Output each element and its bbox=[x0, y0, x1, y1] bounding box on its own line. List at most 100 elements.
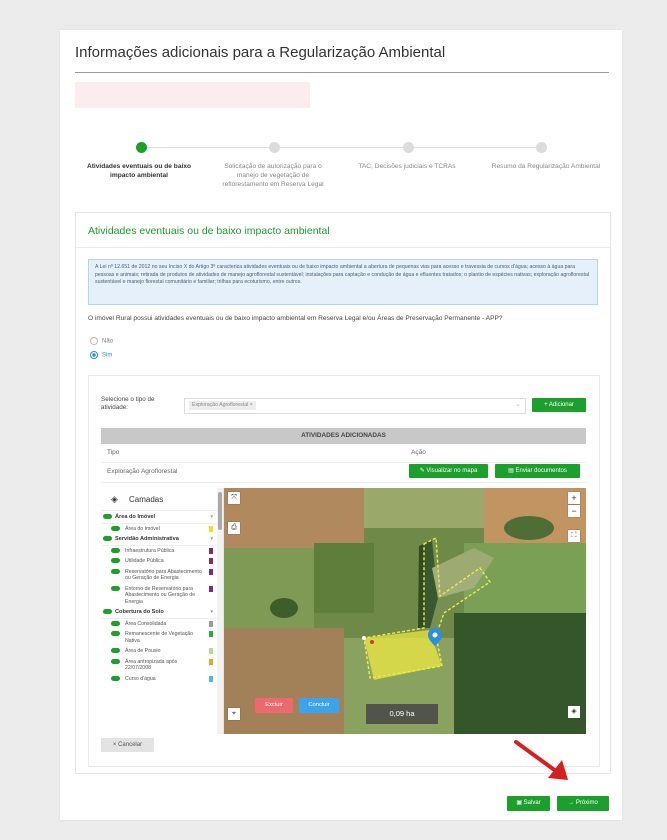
save-icon: ▣ bbox=[516, 800, 522, 806]
layer-item[interactable]: Curso d'água bbox=[101, 674, 217, 685]
save-button[interactable]: ▣ Salvar bbox=[507, 796, 550, 811]
layer-toggle[interactable] bbox=[111, 558, 120, 563]
layer-color-swatch bbox=[209, 675, 213, 682]
layer-label: Utilidade Pública bbox=[125, 558, 164, 564]
layer-color-swatch bbox=[209, 585, 213, 592]
layers-panel: ◈ Camadas Área do Imóvel ▾ Área do Imóve… bbox=[101, 488, 224, 734]
layer-item[interactable]: Entorno de Reservatório para Abastecimen… bbox=[101, 584, 217, 608]
collapse-icon[interactable]: ▾ bbox=[210, 609, 213, 616]
layer-toggle[interactable] bbox=[103, 609, 112, 614]
chevron-down-icon[interactable]: ⌄ bbox=[515, 400, 521, 408]
layer-list: Área do Imóvel ▾ Área do Imóvel Servidão… bbox=[101, 512, 217, 684]
add-activity-button[interactable]: + Adicionar bbox=[532, 398, 586, 412]
print-icon[interactable]: ⎙ bbox=[228, 522, 240, 534]
section-title: Atividades eventuais ou de baixo impacto… bbox=[88, 225, 330, 237]
layer-label: Infraestrutura Pública bbox=[125, 547, 175, 554]
scrollbar-thumb[interactable] bbox=[218, 492, 222, 530]
title-divider bbox=[75, 72, 609, 73]
layer-toggle[interactable] bbox=[111, 525, 120, 531]
layer-item[interactable]: Área do Imóvel bbox=[101, 524, 217, 535]
radio-option-yes[interactable]: Sim bbox=[90, 351, 112, 359]
layer-label: Área antropizada após 22/07/2008 bbox=[125, 658, 178, 672]
radio-yes-label: Sim bbox=[102, 352, 113, 359]
layer-item[interactable]: Área Consolidada bbox=[101, 619, 217, 630]
layer-item[interactable]: Reservatório para Abastecimento ou Geraç… bbox=[101, 567, 217, 584]
radio-no-label: Não bbox=[102, 338, 114, 345]
layer-item[interactable]: Área de Pousio bbox=[101, 646, 217, 657]
activity-panel: Selecione o tipo de atividade: Exploraçã… bbox=[88, 375, 600, 767]
layer-label: Remanescente de Vegetação Nativa bbox=[125, 631, 194, 644]
collapse-icon[interactable]: ▾ bbox=[210, 536, 213, 543]
layer-toggle[interactable] bbox=[111, 648, 120, 653]
next-button[interactable]: → Próximo bbox=[557, 796, 609, 811]
layer-color-swatch bbox=[209, 620, 213, 627]
zoom-in-button[interactable]: + bbox=[568, 492, 580, 504]
step-2-indicator[interactable] bbox=[269, 142, 280, 153]
stepper-connector bbox=[282, 147, 407, 148]
layer-toggle[interactable] bbox=[111, 658, 120, 664]
layer-toggle[interactable] bbox=[111, 568, 120, 574]
layer-toggle[interactable] bbox=[111, 547, 120, 553]
activities-table-columns: Tipo Ação bbox=[101, 444, 586, 463]
layer-toggle[interactable] bbox=[111, 585, 120, 591]
map-view[interactable]: ⤧ ⎙ + − ⛶ ◈ ⌖ Excluir Concluir 0,09 ha bbox=[224, 488, 586, 734]
step-1-indicator[interactable] bbox=[136, 142, 147, 153]
fullscreen-toggle-icon[interactable]: ⤧ bbox=[228, 492, 240, 504]
layer-toggle[interactable] bbox=[103, 514, 112, 519]
layer-group-label: Área do Imóvel bbox=[115, 514, 156, 520]
layer-color-swatch bbox=[209, 558, 213, 564]
view-on-map-button[interactable]: ✎ Visualizar no mapa bbox=[409, 464, 488, 478]
step-1-label[interactable]: Atividades eventuais ou de baixo impacto… bbox=[84, 162, 194, 180]
table-row: Exploração Agroflorestal ✎ Visualizar no… bbox=[101, 462, 586, 483]
activity-select-label: Selecione o tipo de atividade: bbox=[101, 396, 155, 411]
finish-button[interactable]: Concluir bbox=[299, 698, 339, 713]
stepper: Atividades eventuais ou de baixo impacto… bbox=[80, 140, 610, 220]
layer-toggle[interactable] bbox=[103, 536, 112, 541]
step-3-label[interactable]: TAC, Decisões judiciais e TCRAs bbox=[352, 162, 462, 171]
info-alert: A Lei nº 12.651 de 2012 no seu Inciso X … bbox=[88, 259, 598, 305]
layers-scrollbar[interactable] bbox=[217, 488, 223, 734]
layers-stack-icon: ◈ bbox=[111, 494, 118, 504]
layer-group-land-cover[interactable]: Cobertura do Solo ▾ bbox=[101, 607, 217, 619]
activity-type-select[interactable]: Exploração Agroflorestal × ⌄ bbox=[184, 398, 526, 414]
layer-group-area[interactable]: Área do Imóvel ▾ bbox=[101, 512, 217, 524]
layer-color-swatch bbox=[209, 631, 213, 637]
step-4-label[interactable]: Resumo da Regularização Ambiental bbox=[486, 162, 606, 171]
cancel-button[interactable]: × Cancelar bbox=[101, 738, 154, 752]
radio-option-no[interactable]: Não bbox=[90, 337, 113, 345]
section-card: Atividades eventuais ou de baixo impacto… bbox=[75, 212, 611, 774]
area-measurement: 0,09 ha bbox=[366, 704, 438, 724]
view-on-map-label: Visualizar no mapa bbox=[426, 468, 478, 474]
layer-group-easement[interactable]: Servidão Administrativa ▾ bbox=[101, 534, 217, 546]
locate-icon[interactable]: ⌖ bbox=[228, 708, 240, 720]
layer-item[interactable]: Utilidade Pública bbox=[101, 556, 217, 567]
chip-remove-icon[interactable]: × bbox=[250, 402, 253, 408]
layer-color-swatch bbox=[209, 648, 213, 654]
send-documents-button[interactable]: ▤ Enviar documentos bbox=[495, 464, 580, 478]
layer-label: Entorno de Reservatório para Abastecimen… bbox=[125, 585, 196, 605]
question-text: O imóvel Rural possui atividades eventua… bbox=[88, 315, 503, 322]
layer-toggle[interactable] bbox=[111, 631, 120, 636]
selected-activity-chip[interactable]: Exploração Agroflorestal × bbox=[189, 401, 256, 410]
layer-item[interactable]: Remanescente de Vegetação Nativa bbox=[101, 629, 217, 646]
layers-toggle-icon[interactable]: ◈ bbox=[568, 706, 580, 718]
radio-checked-icon bbox=[90, 351, 98, 359]
expand-icon[interactable]: ⛶ bbox=[568, 530, 580, 542]
layer-label: Área de Pousio bbox=[125, 648, 161, 654]
document-icon: ▤ bbox=[508, 468, 514, 474]
layer-item[interactable]: Infraestrutura Pública bbox=[101, 546, 217, 557]
layer-item[interactable]: Área antropizada após 22/07/2008 bbox=[101, 657, 217, 674]
zoom-out-button[interactable]: − bbox=[568, 505, 580, 517]
step-3-indicator[interactable] bbox=[403, 142, 414, 153]
annotation-arrow-icon bbox=[514, 740, 568, 780]
delete-button[interactable]: Excluir bbox=[255, 698, 293, 713]
collapse-icon[interactable]: ▾ bbox=[210, 514, 213, 521]
step-2-label[interactable]: Solicitação de autorização para o manejo… bbox=[218, 162, 328, 189]
col-type-header: Tipo bbox=[107, 449, 120, 456]
layer-toggle[interactable] bbox=[111, 620, 120, 626]
map-pin-icon[interactable] bbox=[428, 628, 442, 646]
step-4-indicator[interactable] bbox=[536, 142, 547, 153]
layer-toggle[interactable] bbox=[111, 675, 120, 681]
layer-group-label: Cobertura do Solo bbox=[115, 609, 164, 615]
pencil-icon: ✎ bbox=[419, 468, 425, 474]
